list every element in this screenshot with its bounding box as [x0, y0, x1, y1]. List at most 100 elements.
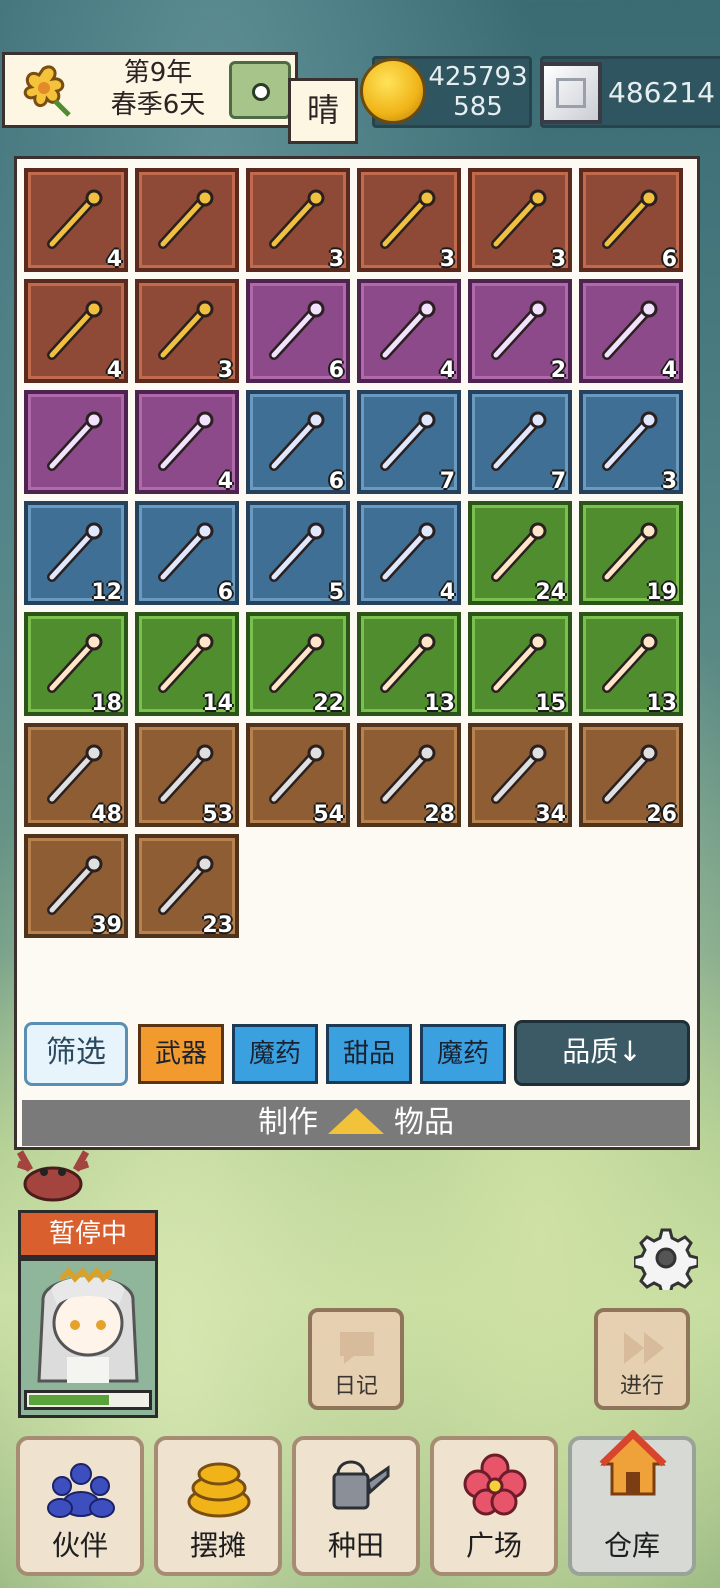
- quality-sort-button[interactable]: 品质↓: [514, 1020, 690, 1086]
- nav-farming[interactable]: 种田: [292, 1436, 420, 1576]
- web-shield-icon: [158, 633, 214, 693]
- gear-icon[interactable]: [634, 1226, 698, 1290]
- weather-label: 晴: [288, 78, 358, 144]
- item-count: 24: [535, 580, 566, 605]
- item-count: 5: [328, 580, 344, 605]
- partners-icon: [47, 1463, 115, 1518]
- craft-item-toggle[interactable]: 制作 物品: [22, 1100, 690, 1146]
- item-count: 34: [535, 802, 566, 827]
- season-day-label: 春季6天: [110, 90, 206, 120]
- inventory-slot[interactable]: 13: [579, 612, 683, 716]
- inventory-slot[interactable]: 3: [246, 168, 350, 272]
- time-icon[interactable]: [229, 61, 291, 119]
- fish-sword-icon: [47, 855, 103, 915]
- inventory-slot[interactable]: 39: [24, 834, 128, 938]
- inventory-slot[interactable]: 19: [579, 501, 683, 605]
- crab-icon: [16, 1150, 90, 1202]
- inventory-slot[interactable]: 14: [135, 612, 239, 716]
- item-count: 22: [313, 691, 344, 716]
- health-bar: [24, 1390, 152, 1410]
- nav-warehouse[interactable]: 仓库: [568, 1430, 696, 1576]
- thorn-branch-icon: [380, 633, 436, 693]
- tab-weapons[interactable]: 武器: [138, 1024, 224, 1084]
- nav-partners[interactable]: 伙伴: [16, 1436, 144, 1576]
- inventory-slot[interactable]: 5: [246, 501, 350, 605]
- silver-gem-icon: [540, 62, 602, 124]
- moon-axe-icon: [602, 522, 658, 582]
- item-count: 13: [646, 691, 677, 716]
- inventory-slot[interactable]: 4: [357, 501, 461, 605]
- gold-value: 425793 585: [428, 62, 528, 122]
- item-count: 6: [328, 358, 344, 383]
- inventory-slot[interactable]: 6: [246, 390, 350, 494]
- ice-sword-icon: [491, 300, 547, 360]
- item-count: 48: [91, 802, 122, 827]
- inventory-slot[interactable]: 12: [24, 501, 128, 605]
- inventory-slot[interactable]: 4: [24, 168, 128, 272]
- item-count: 39: [91, 913, 122, 938]
- item-count: 7: [439, 469, 455, 494]
- inventory-slot[interactable]: 6: [135, 501, 239, 605]
- nav-farming-label: 种田: [327, 1529, 384, 1562]
- item-count: 14: [202, 691, 233, 716]
- tab-desserts[interactable]: 甜品: [326, 1024, 412, 1084]
- item-count: 3: [439, 247, 455, 272]
- item-count: 3: [217, 358, 233, 383]
- inventory-slot[interactable]: 13: [357, 612, 461, 716]
- inventory-slot[interactable]: 3: [468, 168, 572, 272]
- inventory-slot[interactable]: 6: [246, 279, 350, 383]
- inventory-slot[interactable]: 7: [357, 390, 461, 494]
- inventory-slot[interactable]: 15: [468, 612, 572, 716]
- trident-icon: [47, 189, 103, 249]
- date-panel: 第9年 春季6天: [2, 52, 298, 128]
- inventory-slot[interactable]: 28: [357, 723, 461, 827]
- inventory-slot[interactable]: 22: [246, 612, 350, 716]
- inventory-slot[interactable]: [135, 168, 239, 272]
- inventory-slot[interactable]: 48: [24, 723, 128, 827]
- item-count: 3: [661, 469, 677, 494]
- item-count: 28: [424, 802, 455, 827]
- inventory-slot[interactable]: 7: [468, 390, 572, 494]
- inventory-slot[interactable]: 53: [135, 723, 239, 827]
- inventory-slot[interactable]: 2: [468, 279, 572, 383]
- date-text: 第9年 春季6天: [93, 57, 223, 121]
- nav-partners-label: 伙伴: [51, 1529, 108, 1562]
- inventory-slot[interactable]: 23: [135, 834, 239, 938]
- rainbow-shield-icon: [491, 189, 547, 249]
- nav-plaza[interactable]: 广场: [430, 1436, 558, 1576]
- blue-dagger-icon: [602, 633, 658, 693]
- inventory-slot[interactable]: 54: [246, 723, 350, 827]
- inventory-slot[interactable]: 34: [468, 723, 572, 827]
- filter-button[interactable]: 筛选: [24, 1022, 128, 1086]
- inventory-slot[interactable]: [24, 390, 128, 494]
- wood-club-icon: [47, 744, 103, 804]
- inventory-slot[interactable]: 3: [579, 390, 683, 494]
- inventory-slot[interactable]: 4: [24, 279, 128, 383]
- proceed-button[interactable]: 进行: [594, 1308, 690, 1410]
- inventory-slot[interactable]: 4: [357, 279, 461, 383]
- tab-potions-2[interactable]: 魔药: [420, 1024, 506, 1084]
- inventory-slot[interactable]: 3: [135, 279, 239, 383]
- flower-icon: [463, 1453, 527, 1516]
- fast-forward-icon: [624, 1332, 664, 1364]
- diary-button[interactable]: 日记: [308, 1308, 404, 1410]
- inventory-slot[interactable]: 4: [135, 390, 239, 494]
- flame-sword-icon: [158, 300, 214, 360]
- flower-calendar-icon: [23, 65, 71, 117]
- status-badge: 暂停中: [18, 1210, 158, 1258]
- item-count: 7: [550, 469, 566, 494]
- inventory-slot[interactable]: 4: [579, 279, 683, 383]
- inventory-slot[interactable]: 6: [579, 168, 683, 272]
- item-count: 13: [424, 691, 455, 716]
- nav-stall[interactable]: 摆摊: [154, 1436, 282, 1576]
- cleaver-icon: [380, 411, 436, 471]
- inventory-slot[interactable]: 26: [579, 723, 683, 827]
- inventory-slot[interactable]: 18: [24, 612, 128, 716]
- diary-label: 日记: [333, 1374, 378, 1399]
- inventory-slot[interactable]: 24: [468, 501, 572, 605]
- item-count: 4: [661, 358, 677, 383]
- rainbow-wand-icon: [269, 189, 325, 249]
- tab-potions[interactable]: 魔药: [232, 1024, 318, 1084]
- proceed-label: 进行: [619, 1374, 664, 1399]
- inventory-slot[interactable]: 3: [357, 168, 461, 272]
